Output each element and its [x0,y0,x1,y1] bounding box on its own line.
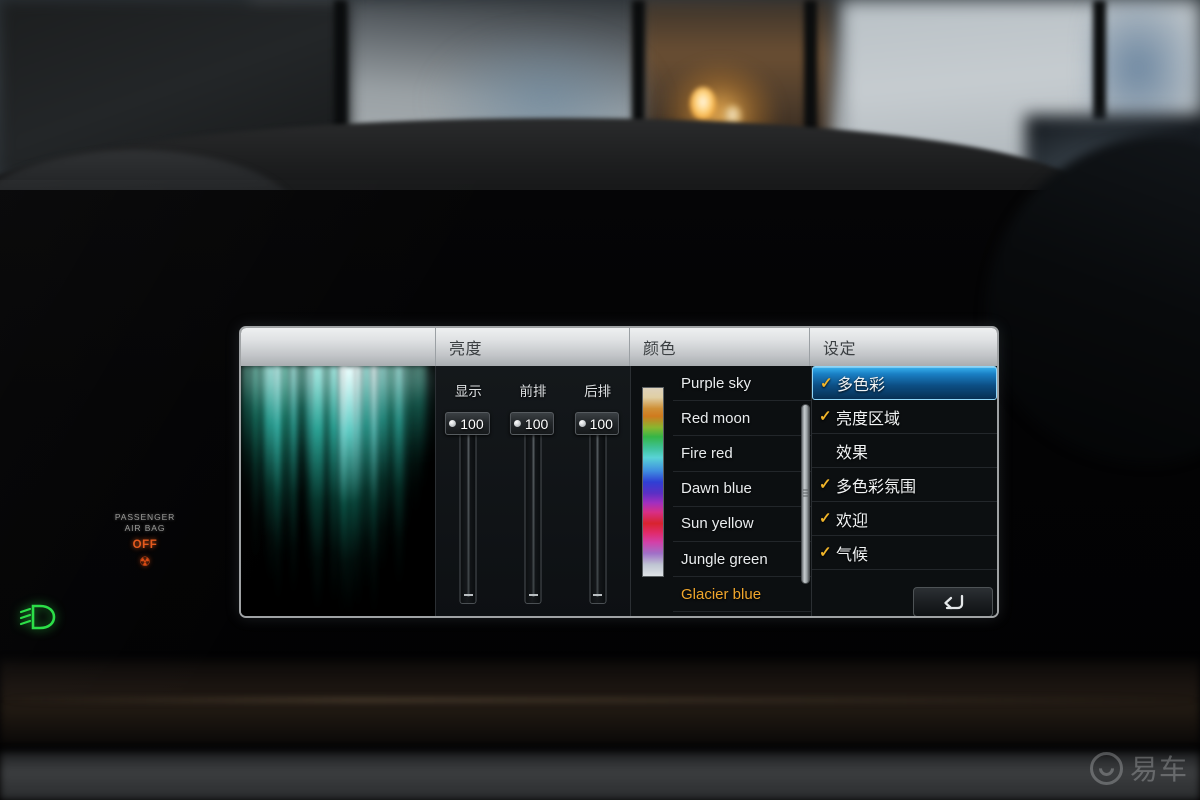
setting-label-multicolor-ambience: 多色彩氛围 [836,478,917,496]
slider-track[interactable] [589,424,607,604]
setting-item-effect[interactable]: 效果 [812,434,997,468]
tab-brightness-label: 亮度 [449,341,483,358]
slider-label-rear: 后排 [584,384,612,399]
panel-header-bar: 亮度 颜色 设定 [241,328,997,366]
slider-track[interactable] [524,424,542,604]
settings-footer [812,582,997,616]
checkmark-icon: ✓ [819,476,832,493]
scrollbar-grip-icon [803,489,808,499]
color-item-purple-sky[interactable]: Purple sky [673,366,811,402]
yiche-logo-icon [1089,751,1123,785]
slider-knob-icon [513,420,521,427]
watermark-text: 易车 [1129,754,1188,785]
tab-color[interactable]: 颜色 [629,328,809,366]
airbag-label-line-1: PASSENGER [114,512,176,522]
setting-label-effect: 效果 [836,444,869,462]
aurora-streak [251,366,259,562]
back-button[interactable] [913,587,993,616]
slider-knob-icon [578,420,586,427]
ambient-lighting-panel: 亮度 颜色 设定 显示 前排 后排 100 100 100 Purple sky… [239,326,999,618]
slider-knob-icon [449,420,457,427]
aurora-streak [295,366,307,528]
passenger-airbag-indicator: PASSENGER AIR BAG OFF ☢ [100,512,190,568]
setting-item-welcome[interactable]: ✓ 欢迎 [812,502,997,536]
slider-value-front: 100 [524,415,549,432]
aurora-streak [242,366,252,516]
setting-item-multicolor[interactable]: ✓ 多色彩 [812,366,997,400]
aurora-streak [394,366,404,588]
color-item-dawn-blue[interactable]: Dawn blue [673,472,811,507]
slider-track-line [532,429,534,597]
checkmark-icon: ✓ [819,544,832,561]
aurora-preview-image [241,366,436,616]
checkmark-icon: ✓ [819,408,832,425]
yiche-logo-inner [1095,757,1118,779]
color-list: Purple sky Red moon Fire red Dawn blue S… [673,366,811,616]
tab-color-label: 颜色 [643,341,677,358]
slider-min-tick [463,594,473,596]
aurora-streak [280,366,290,566]
color-section: Purple sky Red moon Fire red Dawn blue S… [631,366,812,616]
slider-label-front: 前排 [519,384,547,399]
slider-knob-display[interactable]: 100 [445,412,490,435]
checkmark-placeholder-icon [819,443,836,458]
airbag-status-text: OFF [132,539,158,552]
setting-item-brightness-zone[interactable]: ✓ 亮度区域 [812,400,997,434]
setting-label-multicolor: 多色彩 [837,377,886,394]
slider-knob-front[interactable]: 100 [509,412,555,435]
slider-value-display: 100 [460,415,484,432]
aurora-streak [329,366,339,606]
checkmark-icon: ✓ [820,374,833,392]
airbag-warning-icon: ☢ [139,553,151,569]
slider-min-tick [528,594,538,596]
background-lamp-core [690,87,716,120]
aurora-streak [310,366,324,612]
low-beam-headlight-icon [16,602,62,632]
tab-settings-label: 设定 [823,341,857,358]
color-item-sun-yellow[interactable]: Sun yellow [673,507,811,542]
setting-item-multicolor-ambience[interactable]: ✓ 多色彩氛围 [812,468,997,502]
scrollbar-thumb[interactable] [801,404,810,584]
tab-settings[interactable]: 设定 [809,328,997,366]
airbag-label-line-2: AIR BAG [124,522,166,533]
window-mullion [1093,0,1106,120]
color-gradient-strip[interactable] [642,387,664,577]
settings-section: ✓ 多色彩 ✓ 亮度区域 效果 ✓ 多色彩氛围 ✓ 欢迎 ✓ 气候 [812,366,997,616]
setting-item-climate[interactable]: ✓ 气候 [812,536,997,570]
brightness-sliders: 100 100 100 [436,412,630,612]
console-highlight [0,697,1200,703]
slider-knob-rear[interactable]: 100 [574,412,619,435]
setting-label-welcome: 欢迎 [836,512,869,530]
color-item-glacier-blue[interactable]: Glacier blue [673,577,811,613]
console-lower-edge [0,752,1200,800]
brightness-labels: 显示 前排 后排 [436,380,630,400]
brightness-section: 显示 前排 后排 100 100 100 [436,366,631,616]
slider-display[interactable]: 100 [436,412,501,612]
slider-track[interactable] [459,424,477,604]
slider-front[interactable]: 100 [501,412,566,612]
slider-rear[interactable]: 100 [565,412,630,612]
slider-min-tick [593,594,603,596]
aurora-streak [419,366,427,494]
slider-value-rear: 100 [589,415,613,432]
checkmark-icon: ✓ [819,510,832,527]
slider-track-line [596,429,599,597]
setting-label-climate: 气候 [836,546,869,564]
panel-body: 显示 前排 后排 100 100 100 Purple sky Red moon… [241,366,997,616]
aurora-streak [360,366,372,592]
vertical-scrollbar[interactable] [800,374,811,610]
tab-brightness[interactable]: 亮度 [435,328,629,366]
screenshot-root: PASSENGER AIR BAG OFF ☢ 亮度 颜色 设定 显示 前排 后… [0,0,1200,800]
color-item-jungle-green[interactable]: Jungle green [673,542,811,578]
slider-label-display: 显示 [454,384,482,399]
back-arrow-icon [944,594,964,610]
slider-track-line [467,429,470,597]
tab-preview[interactable] [241,328,435,366]
color-item-red-moon[interactable]: Red moon [673,401,811,437]
setting-label-brightness-zone: 亮度区域 [836,410,901,428]
color-item-fire-red[interactable]: Fire red [673,436,811,472]
watermark: 易车 [1089,748,1188,788]
